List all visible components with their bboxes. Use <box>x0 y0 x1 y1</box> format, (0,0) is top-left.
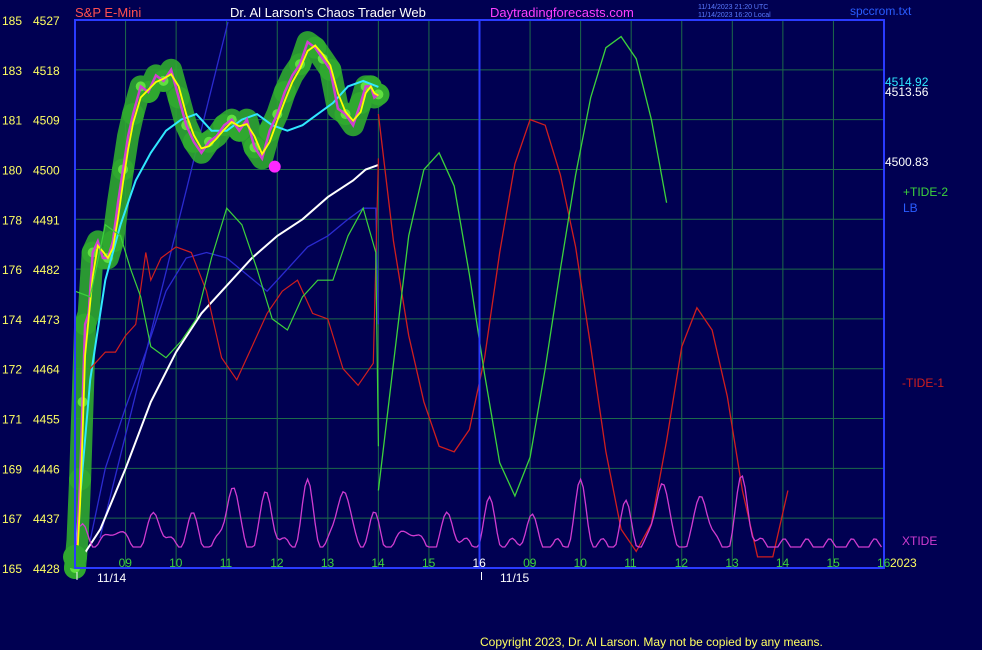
y-ticker-label: 165 <box>2 562 22 576</box>
y-ticker-label: 180 <box>2 163 22 177</box>
y-ticker-label: 174 <box>2 313 22 327</box>
y-ticker-label: 176 <box>2 263 22 277</box>
hour-tick-label: 10 <box>169 556 183 570</box>
year-label: 2023 <box>890 556 917 570</box>
y-price-label: 4500 <box>33 163 60 177</box>
y-ticker-label: 171 <box>2 413 22 427</box>
y-ticker-label: 185 <box>2 14 22 28</box>
day1-label: 11/14 <box>97 571 126 585</box>
y-ticker-label: 178 <box>2 213 22 227</box>
y-price-label: 4446 <box>33 462 60 476</box>
hour-tick-label: 12 <box>270 556 284 570</box>
legend-lb: LB <box>903 201 918 215</box>
hour-tick-label: 16 <box>473 556 487 570</box>
y-ticker-label: 172 <box>2 363 22 377</box>
chaos-trader-chart: 185 4527 183 4518 181 4509 180 4500 178 4491 176 44… <box>0 0 982 650</box>
hour-tick-label: 12 <box>675 556 689 570</box>
timestamp-utc: 11/14/2023 21:20 UTC <box>698 4 768 11</box>
hour-tick-label: 13 <box>321 556 335 570</box>
y-price-label: 4473 <box>33 313 60 327</box>
legend-tide2: +TIDE-2 <box>903 185 948 199</box>
y-price-label: 4464 <box>33 363 60 377</box>
hour-tick-label: 10 <box>574 556 588 570</box>
hour-tick-label: 09 <box>119 556 133 570</box>
hour-tick-label: 15 <box>422 556 436 570</box>
y-ticker-label: 183 <box>2 64 22 78</box>
current-price-value: 4513.56 <box>885 85 929 99</box>
y-price-label: 4482 <box>33 263 60 277</box>
hour-tick-label: 11 <box>624 556 637 570</box>
site-title: Dr. Al Larson's Chaos Trader Web <box>230 5 426 20</box>
file-name: spccrom.txt <box>850 4 912 18</box>
site-url[interactable]: Daytradingforecasts.com <box>490 5 634 20</box>
symbol-label: S&P E-Mini <box>75 5 141 20</box>
hour-tick-label: 13 <box>725 556 739 570</box>
y-price-label: 4437 <box>33 512 60 526</box>
y-price-label: 4491 <box>33 213 60 227</box>
slow-average-value: 4500.83 <box>885 155 929 169</box>
hour-tick-label: 16 <box>877 556 891 570</box>
hour-tick-label: 11 <box>220 556 233 570</box>
hour-tick-label: 14 <box>371 556 385 570</box>
hour-tick-label: 14 <box>776 556 790 570</box>
hour-tick-label: 15 <box>826 556 840 570</box>
hour-tick-label: 09 <box>523 556 537 570</box>
y-price-label: 4455 <box>33 413 60 427</box>
timestamp-local: 11/14/2023 16:20 Local <box>698 12 771 19</box>
day2-label: 11/15 <box>500 571 529 585</box>
low-marker <box>268 160 281 173</box>
legend-tide1: -TIDE-1 <box>902 376 944 390</box>
y-price-label: 4428 <box>33 562 60 576</box>
y-ticker-label: 167 <box>2 512 22 526</box>
copyright-notice: Copyright 2023, Dr. Al Larson. May not b… <box>480 635 823 649</box>
y-price-label: 4527 <box>33 14 60 28</box>
legend-xtide: XTIDE <box>902 534 937 548</box>
y-ticker-label: 169 <box>2 462 22 476</box>
y-price-label: 4509 <box>33 114 60 128</box>
y-ticker-label: 181 <box>2 114 22 128</box>
y-price-label: 4518 <box>33 64 60 78</box>
